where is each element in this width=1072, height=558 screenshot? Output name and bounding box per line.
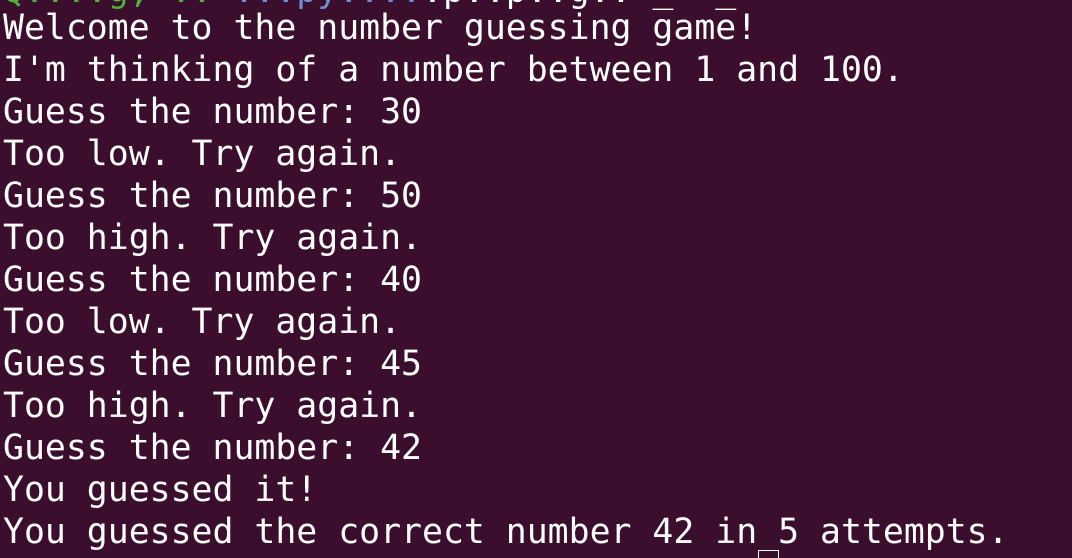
text-cursor	[758, 550, 779, 558]
output-line: Too high. Try again.	[3, 386, 422, 426]
terminal-window[interactable]: Q....g, .. ...py.....p..p..g.. _ _ Welco…	[0, 0, 1072, 558]
output-line: Guess the number: 40	[3, 260, 422, 300]
output-line: I'm thinking of a number between 1 and 1…	[3, 50, 904, 90]
output-line: Too high. Try again.	[3, 218, 422, 258]
output-line: Guess the number: 30	[3, 92, 422, 132]
output-line: Guess the number: 42	[3, 428, 422, 468]
terminal-output: Welcome to the number guessing game! I'm…	[3, 7, 1009, 553]
output-line: Too low. Try again.	[3, 134, 402, 174]
output-line: Welcome to the number guessing game!	[3, 8, 758, 48]
output-line: You guessed it!	[3, 470, 318, 510]
output-line: Too low. Try again.	[3, 302, 402, 342]
output-line: You guessed the correct number 42 in 5 a…	[3, 512, 1009, 552]
output-line: Guess the number: 50	[3, 176, 422, 216]
output-line: Guess the number: 45	[3, 344, 422, 384]
